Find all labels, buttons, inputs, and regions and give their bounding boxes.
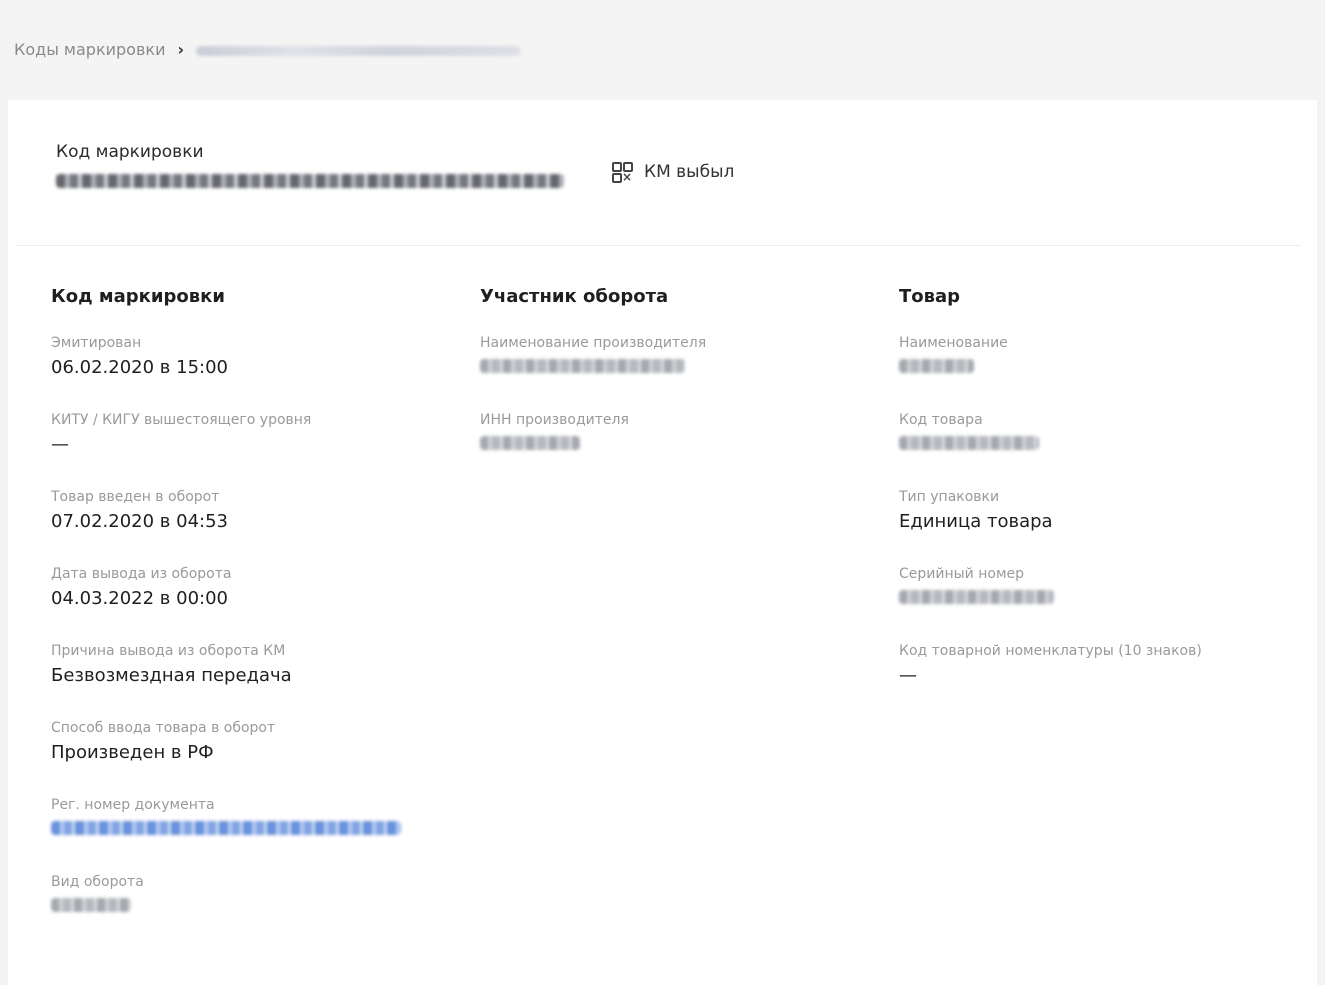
field-value: Единица товара [899, 511, 1053, 532]
field-circulation-type: Вид оборота [51, 874, 451, 951]
field-introduced: Товар введен в оборот 07.02.2020 в 04:53 [51, 489, 451, 566]
field-package-type: Тип упаковки Единица товара [899, 489, 1299, 566]
field-label: Рег. номер документа [51, 797, 215, 813]
column-title: Товар [899, 286, 961, 307]
manufacturer-name-redacted [480, 359, 685, 373]
qr-code-x-icon: × [612, 162, 633, 183]
field-label: Эмитирован [51, 335, 142, 351]
field-label: Наименование [899, 335, 1008, 351]
product-name-redacted [899, 359, 974, 373]
field-product-name: Наименование [899, 335, 1299, 412]
breadcrumb-root-link[interactable]: Коды маркировки [14, 40, 165, 59]
field-label: Вид оборота [51, 874, 144, 890]
code-header-label: Код маркировки [56, 142, 204, 162]
field-label: Код товара [899, 412, 983, 428]
field-label: Способ ввода товара в оборот [51, 720, 276, 736]
field-introduction-method: Способ ввода товара в оборот Произведен … [51, 720, 451, 797]
field-withdrawal-reason: Причина вывода из оборота КМ Безвозмездн… [51, 643, 451, 720]
field-withdrawn-date: Дата вывода из оборота 04.03.2022 в 00:0… [51, 566, 451, 643]
field-label: КИТУ / КИГУ вышестоящего уровня [51, 412, 312, 428]
breadcrumb-current-redacted [196, 45, 522, 56]
breadcrumb: Коды маркировки › [14, 40, 522, 59]
field-label: Серийный номер [899, 566, 1025, 582]
field-product-code: Код товара [899, 412, 1299, 489]
code-header: Код маркировки [56, 142, 564, 188]
field-value: Произведен в РФ [51, 742, 214, 763]
column-title: Участник оборота [480, 286, 669, 307]
field-label: ИНН производителя [480, 412, 629, 428]
column-participant: Участник оборота Наименование производит… [480, 286, 880, 489]
field-value: — [899, 665, 917, 686]
field-value: — [51, 434, 69, 455]
column-title: Код маркировки [51, 286, 225, 307]
field-value: 06.02.2020 в 15:00 [51, 357, 228, 378]
field-label: Дата вывода из оборота [51, 566, 232, 582]
field-manufacturer-inn: ИНН производителя [480, 412, 880, 489]
field-manufacturer-name: Наименование производителя [480, 335, 880, 412]
circulation-type-redacted [51, 898, 131, 912]
field-value: 04.03.2022 в 00:00 [51, 588, 228, 609]
field-document-number: Рег. номер документа [51, 797, 451, 874]
column-product: Товар Наименование Код товара Тип упаков… [899, 286, 1299, 720]
code-value-redacted [56, 174, 564, 188]
header-divider [16, 245, 1301, 246]
field-value: 07.02.2020 в 04:53 [51, 511, 228, 532]
chevron-right-icon: › [177, 40, 185, 59]
field-label: Тип упаковки [899, 489, 1000, 505]
field-label: Причина вывода из оборота КМ [51, 643, 286, 659]
top-bar: Коды маркировки › [0, 0, 1325, 100]
column-code: Код маркировки Эмитирован 06.02.2020 в 1… [51, 286, 451, 951]
code-details-card: Код маркировки × КМ выбыл Код маркировки… [8, 100, 1317, 985]
field-commodity-code: Код товарной номенклатуры (10 знаков) — [899, 643, 1299, 720]
product-code-redacted [899, 436, 1039, 450]
field-parent-code: КИТУ / КИГУ вышестоящего уровня — [51, 412, 451, 489]
field-label: Наименование производителя [480, 335, 707, 351]
document-number-link-redacted[interactable] [51, 821, 401, 835]
field-value: Безвозмездная передача [51, 665, 292, 686]
manufacturer-inn-redacted [480, 436, 580, 450]
status-text: КМ выбыл [644, 162, 735, 182]
field-label: Товар введен в оборот [51, 489, 220, 505]
serial-number-redacted [899, 590, 1054, 604]
field-serial-number: Серийный номер [899, 566, 1299, 643]
field-label: Код товарной номенклатуры (10 знаков) [899, 643, 1202, 659]
status-badge: × КМ выбыл [612, 162, 735, 183]
field-emitted: Эмитирован 06.02.2020 в 15:00 [51, 335, 451, 412]
